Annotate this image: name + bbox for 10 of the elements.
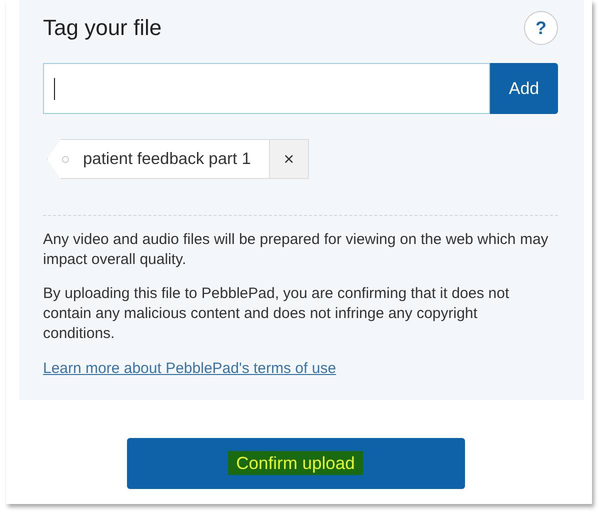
tag-label: patient feedback part 1 bbox=[47, 139, 269, 179]
info-paragraph: By uploading this file to PebblePad, you are confirming that it does not contain any malicious content and does not infringe any copyright conditions. bbox=[43, 284, 510, 344]
info-paragraph: Any video and audio files will be prepared for viewing on the web which may impact overall quality. bbox=[43, 230, 549, 270]
remove-tag-button[interactable]: × bbox=[268, 139, 309, 179]
confirm-upload-button[interactable]: Confirm upload bbox=[126, 438, 464, 489]
terms-link[interactable]: Learn more about PebblePad's terms of use bbox=[43, 360, 336, 377]
help-button[interactable]: ? bbox=[524, 11, 558, 45]
tag-input-field[interactable] bbox=[43, 63, 490, 114]
section-title: Tag your file bbox=[43, 15, 162, 41]
add-button[interactable]: Add bbox=[490, 63, 558, 114]
